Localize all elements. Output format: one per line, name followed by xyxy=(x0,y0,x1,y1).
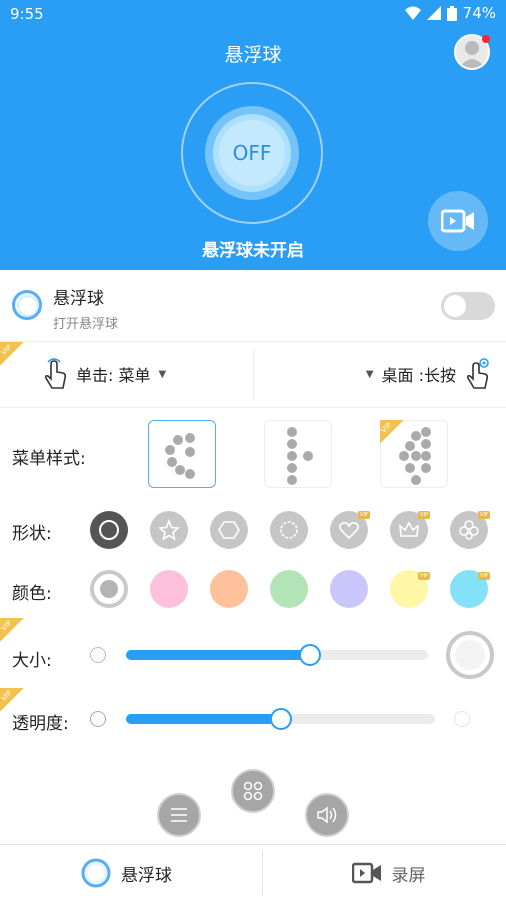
menu-style-option-2[interactable] xyxy=(264,420,332,488)
large-size-preview xyxy=(446,631,494,679)
star-icon xyxy=(158,519,180,541)
tab-float-ball-label: 悬浮球 xyxy=(121,865,172,886)
vip-corner-badge: VIP xyxy=(380,420,404,444)
gesture-action-row: VIP 单击: 菜单 ▼ ▼ 桌面 :长按 xyxy=(0,342,506,408)
shape-star-option[interactable] xyxy=(150,511,188,549)
tab-record-screen[interactable]: 录屏 xyxy=(262,845,506,900)
volume-icon xyxy=(317,806,337,824)
action-divider xyxy=(253,350,254,400)
shape-clover-option[interactable]: VIP xyxy=(450,511,490,549)
long-press-label: 桌面 :长按 xyxy=(381,366,456,385)
single-click-action[interactable]: 单击: 菜单 ▼ xyxy=(42,358,166,390)
clover-icon xyxy=(459,520,479,540)
float-ball-icon xyxy=(12,290,42,320)
menu-icon xyxy=(171,808,187,822)
color-orange-option[interactable] xyxy=(210,570,248,608)
color-lavender-option[interactable] xyxy=(330,570,368,608)
shape-crown-option[interactable]: VIP xyxy=(390,511,430,549)
grid-icon xyxy=(243,781,263,801)
shape-heart-option[interactable]: VIP xyxy=(330,511,370,549)
signal-icon xyxy=(426,6,441,20)
color-gray-option-selected[interactable] xyxy=(90,570,128,608)
menu-style-option-1[interactable] xyxy=(148,420,216,488)
bottom-nav: 悬浮球 录屏 xyxy=(0,844,506,900)
opacity-label: 透明度: xyxy=(12,714,69,734)
caret-down-icon: ▼ xyxy=(158,368,167,380)
shape-label: 形状: xyxy=(12,524,52,544)
scalloped-circle-icon xyxy=(280,521,298,539)
record-button[interactable] xyxy=(428,191,488,251)
caret-down-icon: ▼ xyxy=(365,368,374,380)
opaque-icon xyxy=(90,711,106,727)
hexagon-icon xyxy=(218,521,240,539)
notification-dot xyxy=(482,35,490,43)
shape-hexagon-option[interactable] xyxy=(210,511,248,549)
vip-corner-badge: VIP xyxy=(0,618,24,642)
selected-color-dot xyxy=(100,580,118,598)
float-ball-tab-icon xyxy=(81,858,111,888)
shape-circle-option[interactable] xyxy=(90,511,128,549)
status-bar: 9:55 74% xyxy=(0,0,506,28)
vip-badge: VIP xyxy=(418,511,430,519)
vip-badge: VIP xyxy=(478,572,490,580)
size-label: 大小: xyxy=(12,651,52,671)
circle-icon xyxy=(99,520,119,540)
float-status-text: 悬浮球未开启 xyxy=(202,241,304,261)
float-ball-subtitle: 打开悬浮球 xyxy=(53,317,119,332)
size-slider-fill xyxy=(126,650,311,660)
vip-badge: VIP xyxy=(418,572,430,580)
battery-icon xyxy=(446,5,457,21)
color-green-option[interactable] xyxy=(270,570,308,608)
vip-badge: VIP xyxy=(478,511,490,519)
page-title: 悬浮球 xyxy=(224,44,282,66)
color-cyan-option[interactable]: VIP xyxy=(450,570,490,608)
color-yellow-option[interactable]: VIP xyxy=(390,570,430,608)
float-menu-button[interactable] xyxy=(157,793,201,837)
float-ball-title: 悬浮球 xyxy=(53,289,104,309)
wifi-icon xyxy=(404,6,421,20)
video-camera-icon xyxy=(441,209,474,233)
opacity-slider-thumb[interactable] xyxy=(269,708,292,730)
single-click-label: 单击: 菜单 xyxy=(76,366,151,385)
vip-badge: VIP xyxy=(358,511,370,519)
long-press-action[interactable]: ▼ 桌面 :长按 xyxy=(366,358,490,390)
float-ball-toggle-row: 悬浮球 打开悬浮球 xyxy=(0,270,506,342)
power-toggle-button[interactable]: OFF xyxy=(219,120,285,186)
status-icons: 74% xyxy=(404,4,496,22)
float-apps-button[interactable] xyxy=(231,769,275,813)
opacity-slider[interactable] xyxy=(126,708,435,730)
small-size-icon xyxy=(90,647,106,663)
shape-scalloped-option[interactable] xyxy=(270,511,308,549)
video-camera-icon xyxy=(351,862,381,884)
battery-text: 74% xyxy=(462,4,496,22)
long-press-hand-icon xyxy=(466,358,489,389)
status-time: 9:55 xyxy=(10,5,44,23)
color-label: 颜色: xyxy=(12,584,52,604)
transparent-icon xyxy=(454,711,470,727)
size-slider-thumb[interactable] xyxy=(299,644,322,666)
vip-corner-badge: VIP xyxy=(0,342,24,366)
opacity-slider-fill xyxy=(126,714,281,724)
color-pink-option[interactable] xyxy=(150,570,188,608)
crown-icon xyxy=(399,521,419,537)
size-slider[interactable] xyxy=(126,644,428,666)
tab-float-ball[interactable]: 悬浮球 xyxy=(0,845,253,900)
large-size-preview-inner xyxy=(455,640,485,670)
float-volume-button[interactable] xyxy=(305,793,349,837)
float-ball-switch[interactable] xyxy=(441,292,495,320)
heart-icon xyxy=(339,522,359,540)
tap-hand-icon xyxy=(44,358,67,389)
menu-style-option-3[interactable]: VIP xyxy=(380,420,448,488)
header: 9:55 74% 悬浮球 OFF 悬浮球未开启 xyxy=(0,0,506,270)
tab-record-screen-label: 录屏 xyxy=(391,865,426,886)
menu-style-label: 菜单样式: xyxy=(12,449,86,469)
